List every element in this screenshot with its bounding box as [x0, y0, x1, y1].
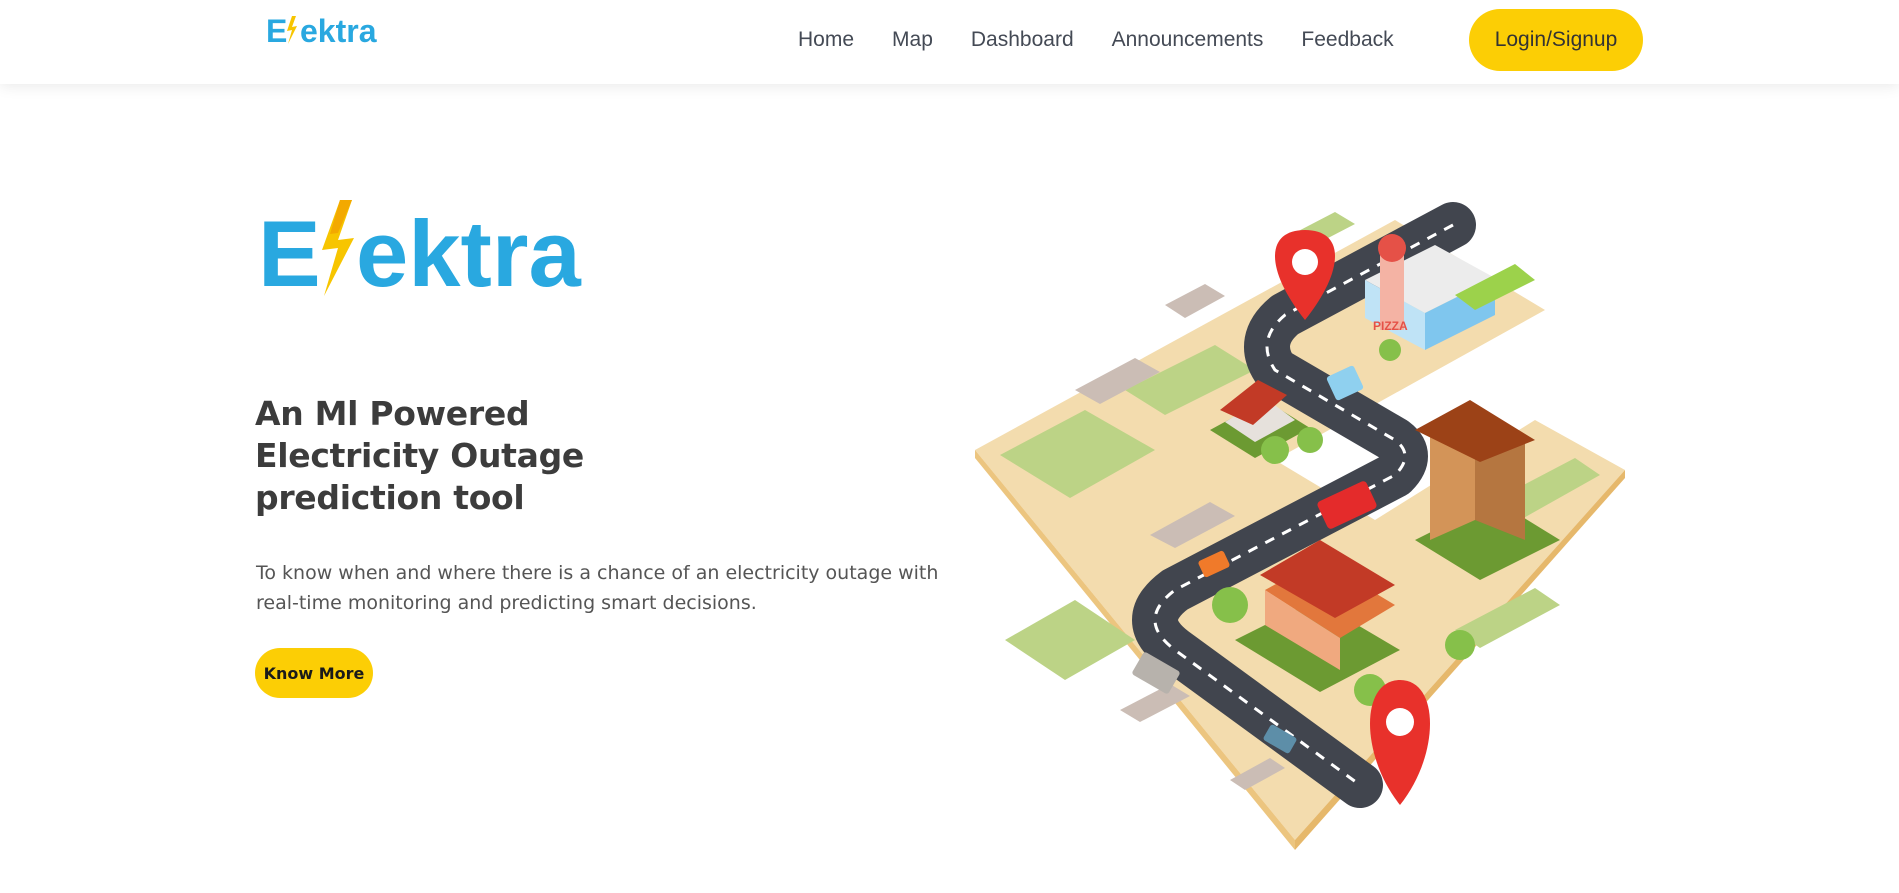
nav-links: Home Map Dashboard Announcements Feedbac… — [798, 9, 1432, 71]
nav-link-map[interactable]: Map — [892, 28, 933, 52]
elektra-logo[interactable]: E ektra — [266, 10, 390, 50]
nav-link-dashboard[interactable]: Dashboard — [971, 28, 1074, 52]
know-more-button[interactable]: Know More — [255, 648, 373, 698]
login-signup-button[interactable]: Login/Signup — [1469, 9, 1643, 71]
hero-headline: An Ml Powered Electricity Outage predict… — [255, 393, 775, 519]
nav-link-announcements[interactable]: Announcements — [1112, 28, 1264, 52]
svg-text:ektra: ektra — [300, 13, 377, 49]
svg-text:ektra: ektra — [356, 201, 581, 298]
headline-line-3: prediction tool — [255, 478, 525, 517]
headline-line-1: An Ml Powered — [255, 394, 530, 433]
headline-line-2: Electricity Outage — [255, 436, 584, 475]
hero-description: To know when and where there is a chance… — [256, 562, 939, 614]
nav-link-home[interactable]: Home — [798, 28, 854, 52]
nav-link-feedback[interactable]: Feedback — [1301, 28, 1393, 52]
svg-text:E: E — [258, 201, 321, 298]
navbar: E ektra Home Map Dashboard Announcements… — [0, 0, 1899, 84]
isometric-city-map-illustration: PIZZA — [975, 202, 1625, 850]
pizza-sign-text: PIZZA — [1373, 319, 1408, 333]
svg-text:E: E — [266, 13, 287, 49]
hero-logo: E ektra — [258, 200, 581, 298]
